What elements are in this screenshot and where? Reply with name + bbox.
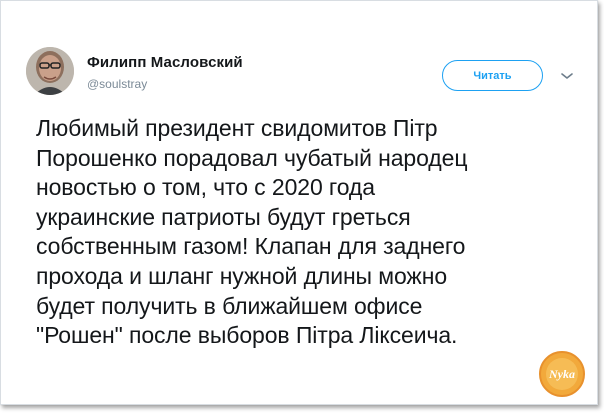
- watermark-logo: Nykа: [537, 349, 587, 399]
- chevron-down-icon[interactable]: [560, 68, 574, 79]
- follow-button[interactable]: Читать: [442, 60, 543, 91]
- avatar[interactable]: [26, 47, 74, 95]
- tweet-text: Любимый президент свидомитов Пітр Пороше…: [36, 115, 468, 349]
- author-handle[interactable]: @soulstray: [87, 77, 147, 91]
- author-name[interactable]: Филипп Масловский: [87, 54, 243, 71]
- watermark-text: Nykа: [548, 367, 575, 381]
- tweet-card: Филипп Масловский @soulstray Читать Люби…: [0, 0, 598, 405]
